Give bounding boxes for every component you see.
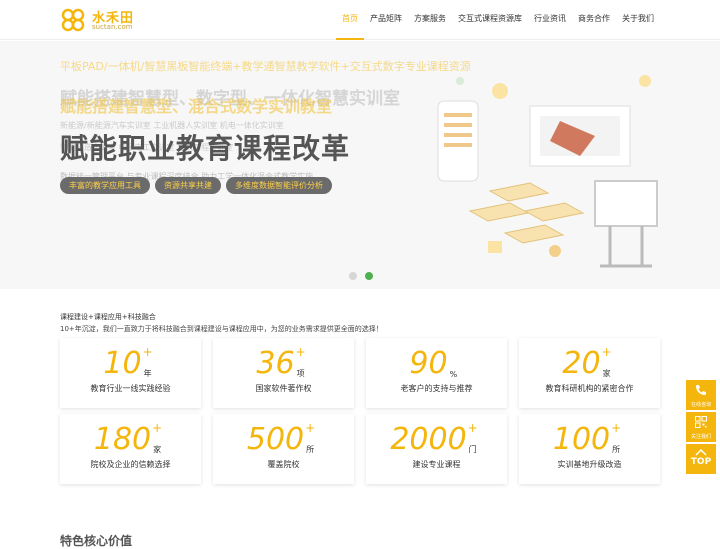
stat-card: 180 + 家 院校及企业的信赖选择 (60, 414, 201, 484)
stat-plus: + (467, 421, 478, 435)
stat-plus: + (295, 345, 306, 359)
main-nav: 首页 产品矩阵 方案服务 交互式课程资源库 行业资讯 商务合作 关于我们 (336, 0, 660, 40)
nav-item-about[interactable]: 关于我们 (616, 0, 660, 40)
stat-unit: % (449, 370, 458, 379)
stat-plus: + (611, 421, 622, 435)
stat-label: 建设专业课程 (412, 460, 461, 469)
stat-card: 10 + 年 教育行业一线实践经验 (60, 338, 201, 408)
intro-title: 课程建设+课程应用+科技融合 (60, 313, 156, 321)
chevron-up-icon (695, 448, 707, 456)
stat-label: 国家软件著作权 (255, 384, 312, 393)
nav-item-business[interactable]: 商务合作 (572, 0, 616, 40)
qr-code-icon (695, 416, 707, 428)
nav-item-home[interactable]: 首页 (336, 0, 364, 40)
stat-plus: + (305, 421, 316, 435)
stat-card: 100 + 所 实训基地升级改造 (519, 414, 660, 484)
stat-unit: 门 (468, 445, 477, 454)
nav-item-news[interactable]: 行业资讯 (528, 0, 572, 40)
stat-label: 教育科研机构的紧密合作 (545, 384, 634, 393)
stat-plus: + (152, 421, 163, 435)
hero-banner[interactable]: 平板PAD/一体机/智慧黑板智能终端+教学通智慧教学软件+交互式数字专业课程资源… (0, 41, 720, 289)
stat-label: 院校及企业的信赖选择 (90, 460, 171, 469)
stat-number: 20 (562, 346, 601, 381)
stat-number: 500 (246, 422, 305, 457)
stat-card: 500 + 所 覆盖院校 (213, 414, 354, 484)
stat-card: 36 + 项 国家软件著作权 (213, 338, 354, 408)
stat-number: 10 (103, 346, 142, 381)
stat-label: 实训基地升级改造 (557, 460, 622, 469)
stat-unit: 所 (306, 445, 315, 454)
brand-logo[interactable]: 水禾田 suctan.com (60, 6, 150, 34)
banner-feature-pills: 丰富的教学应用工具 资源共享共建 多维度数据智能评价分析 (60, 177, 332, 194)
stat-unit: 年 (143, 369, 152, 378)
stat-plus: + (601, 345, 612, 359)
stat-unit: 家 (153, 445, 162, 454)
online-consult-button[interactable]: 在线咨询 (686, 380, 716, 410)
banner-line-3: 赋能搭建智慧型、混合式数学实训教室 (60, 97, 333, 116)
stat-number: 2000 (390, 422, 467, 457)
stat-number: 90 (409, 346, 448, 381)
phone-icon (696, 385, 706, 395)
site-header: 水禾田 suctan.com 首页 产品矩阵 方案服务 交互式课程资源库 行业资… (0, 0, 720, 40)
feature-pill: 丰富的教学应用工具 (60, 177, 150, 194)
back-to-top-button[interactable]: TOP (686, 444, 716, 474)
banner-line-1: 平板PAD/一体机/智慧黑板智能终端+教学通智慧教学软件+交互式数字专业课程资源 (60, 60, 471, 73)
stat-number: 36 (256, 346, 295, 381)
carousel-dot-active[interactable] (365, 272, 373, 280)
stat-card: 2000 + 门 建设专业课程 (366, 414, 507, 484)
next-section-title: 特色核心价值 (60, 534, 133, 548)
carousel-dots (349, 272, 373, 280)
nav-item-solutions[interactable]: 方案服务 (408, 0, 452, 40)
brand-site: suctan.com (92, 23, 133, 31)
stat-plus: + (142, 345, 153, 359)
stat-label: 覆盖院校 (267, 460, 300, 469)
intro-description: 10+年沉淀，我们一直致力于将科技融合到课程建设与课程应用中，为您的业务需求提供… (60, 325, 383, 333)
back-to-top-label: TOP (690, 457, 712, 467)
stat-card: 20 + 家 教育科研机构的紧密合作 (519, 338, 660, 408)
logo-icon (61, 8, 85, 32)
stat-unit: 所 (612, 445, 621, 454)
stat-label: 教育行业一线实践经验 (90, 384, 171, 393)
stat-label: 老客户的支持与推荐 (400, 384, 473, 393)
stat-unit: 项 (296, 369, 305, 378)
stat-number: 100 (552, 422, 611, 457)
feature-pill: 多维度数据智能评价分析 (226, 177, 332, 194)
floating-sidebar: 在线咨询 关注我们 TOP (686, 380, 716, 476)
follow-us-button[interactable]: 关注我们 (686, 412, 716, 442)
online-consult-label: 在线咨询 (690, 402, 711, 408)
nav-item-course-library[interactable]: 交互式课程资源库 (452, 0, 528, 40)
feature-pill: 资源共享共建 (155, 177, 221, 194)
stat-number: 180 (93, 422, 152, 457)
stat-card: 90% 老客户的支持与推荐 (366, 338, 507, 408)
classroom-illustration (437, 75, 658, 268)
carousel-dot[interactable] (349, 272, 357, 280)
stat-unit: 家 (602, 369, 611, 378)
follow-us-label: 关注我们 (690, 434, 711, 440)
banner-headline: 赋能职业教育课程改革 (60, 132, 351, 165)
nav-item-products[interactable]: 产品矩阵 (364, 0, 408, 40)
stats-grid: 10 + 年 教育行业一线实践经验 36 + 项 国家软件著作权 90% 老客户的支持与… (60, 338, 660, 484)
